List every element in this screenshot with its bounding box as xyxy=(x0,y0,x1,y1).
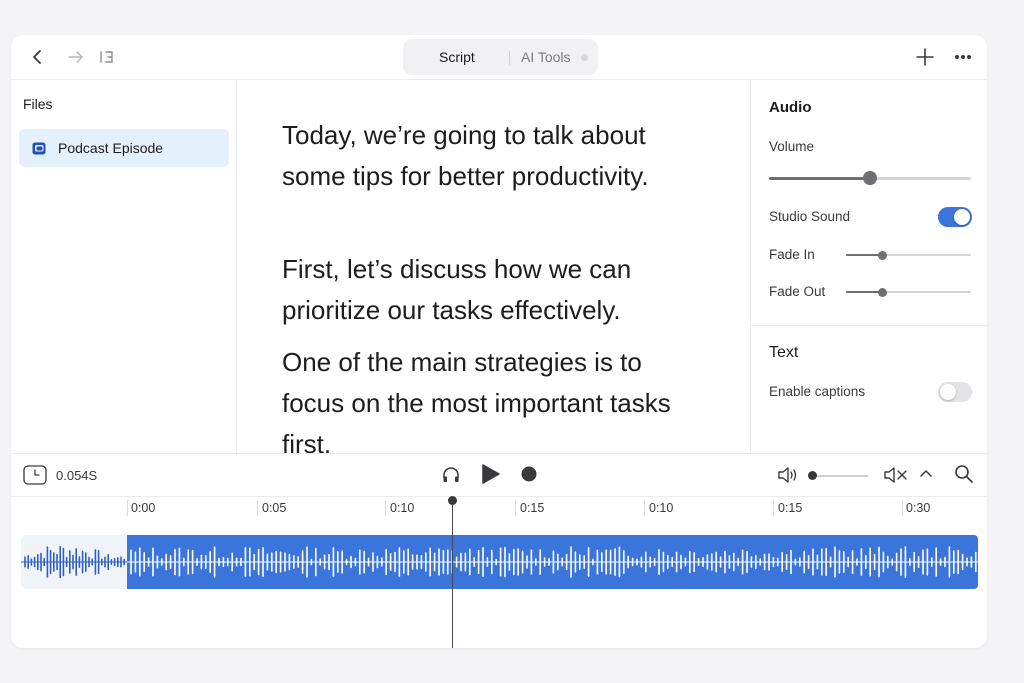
tick-line xyxy=(515,500,516,516)
segment-divider xyxy=(509,51,510,65)
enable-captions-label: Enable captions xyxy=(769,384,866,399)
timeline[interactable]: 0:00 0:05 0:10 0:15 0:10 0:15 0:30 xyxy=(11,496,987,648)
sidebar-toggle-button[interactable] xyxy=(95,45,119,69)
toggle-knob xyxy=(954,209,970,225)
text-section-title: Text xyxy=(769,344,799,361)
tick-label: 0:10 xyxy=(649,501,674,515)
transport-bar: 0.054S xyxy=(11,453,987,497)
studio-sound-toggle[interactable] xyxy=(938,207,972,227)
script-paragraph[interactable]: One of the main strategies is to focus o… xyxy=(282,342,702,453)
sidebar-title: Files xyxy=(23,96,53,112)
record-icon[interactable] xyxy=(521,466,537,482)
transport-volume-knob[interactable] xyxy=(808,471,817,480)
toolbar: Script AI Tools xyxy=(11,35,987,80)
volume-slider[interactable] xyxy=(769,171,971,185)
fade-out-slider-knob[interactable] xyxy=(877,288,887,297)
script-editor[interactable]: Today, we’re going to talk about some ti… xyxy=(237,80,749,453)
audio-section-title: Audio xyxy=(769,99,812,116)
tick-line xyxy=(257,500,258,516)
time-readout: 0.054S xyxy=(56,468,98,483)
tick-line xyxy=(773,500,774,516)
fade-in-slider-fill xyxy=(846,254,882,256)
fade-out-slider[interactable] xyxy=(846,288,971,297)
clock-icon[interactable] xyxy=(23,465,47,485)
speaker-icon[interactable] xyxy=(777,466,799,484)
headphones-icon[interactable] xyxy=(442,466,460,484)
toggle-knob xyxy=(940,384,956,400)
waveform-preview[interactable] xyxy=(21,535,128,589)
tick-label: 0:10 xyxy=(390,501,415,515)
transport-volume-slider[interactable] xyxy=(811,475,868,477)
volume-label: Volume xyxy=(769,139,815,154)
tick-line xyxy=(902,500,903,516)
chevron-up-icon[interactable] xyxy=(919,468,933,478)
tab-ai-tools[interactable]: AI Tools xyxy=(511,49,581,65)
tick-label: 0:15 xyxy=(520,501,545,515)
volume-slider-knob[interactable] xyxy=(863,171,877,185)
back-icon xyxy=(33,50,41,64)
file-icon xyxy=(32,142,46,155)
mute-icon[interactable] xyxy=(883,466,909,484)
back-button[interactable] xyxy=(26,45,50,69)
fade-out-label: Fade Out xyxy=(769,284,826,299)
playhead-handle[interactable] xyxy=(448,496,457,505)
view-segmented-control: Script AI Tools xyxy=(403,39,598,75)
forward-button[interactable] xyxy=(64,45,88,69)
plus-icon xyxy=(916,48,934,66)
tab-script[interactable]: Script xyxy=(429,49,485,65)
app-window: Script AI Tools Files Podcast Episode To… xyxy=(11,35,987,648)
fade-in-label: Fade In xyxy=(769,247,815,262)
tick-line xyxy=(127,500,128,516)
search-icon[interactable] xyxy=(954,464,974,484)
script-paragraph[interactable]: First, let’s discuss how we can prioriti… xyxy=(282,249,702,331)
play-icon[interactable] xyxy=(481,463,501,485)
sidebar-toggle-icon xyxy=(100,51,113,63)
fade-in-slider-knob[interactable] xyxy=(877,251,887,260)
playhead[interactable] xyxy=(452,498,453,648)
tick-label: 0:05 xyxy=(262,501,287,515)
file-item-label: Podcast Episode xyxy=(58,140,164,156)
tick-line xyxy=(385,500,386,516)
enable-captions-toggle[interactable] xyxy=(938,382,972,402)
tick-label: 0:15 xyxy=(778,501,803,515)
properties-panel: Audio Volume Studio Sound Fade In Fade O… xyxy=(750,80,987,453)
tick-line xyxy=(644,500,645,516)
forward-icon xyxy=(68,51,83,63)
status-dot xyxy=(581,54,588,61)
panel-divider xyxy=(751,325,987,326)
sidebar-item-podcast-episode[interactable]: Podcast Episode xyxy=(19,129,229,167)
volume-slider-fill xyxy=(769,177,870,180)
tick-label: 0:30 xyxy=(906,501,931,515)
studio-sound-label: Studio Sound xyxy=(769,209,851,224)
files-sidebar: Files Podcast Episode xyxy=(11,80,237,453)
audio-clip-waveform xyxy=(127,546,978,578)
fade-in-slider[interactable] xyxy=(846,251,971,260)
fade-out-slider-fill xyxy=(846,291,882,293)
add-button[interactable] xyxy=(913,45,937,69)
more-icon xyxy=(955,55,971,59)
tick-label: 0:00 xyxy=(131,501,156,515)
audio-clip[interactable] xyxy=(127,535,978,589)
more-button[interactable] xyxy=(951,45,975,69)
script-paragraph[interactable]: Today, we’re going to talk about some ti… xyxy=(282,115,702,197)
waveform-preview-graphic xyxy=(21,545,128,579)
